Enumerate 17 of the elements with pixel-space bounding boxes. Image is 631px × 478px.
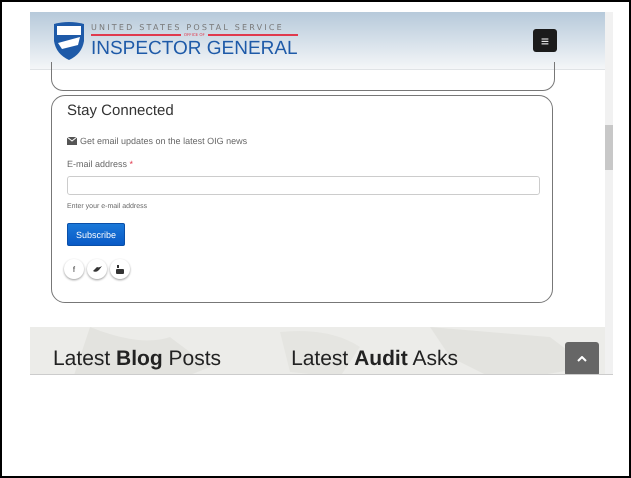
envelope-icon [67, 137, 77, 145]
section-heading: Latest Audit Asks [291, 347, 458, 370]
email-input-field[interactable] [67, 176, 540, 195]
field-label: E-mail address [67, 159, 128, 169]
scroll-to-top-button[interactable] [565, 342, 599, 374]
section-heading: Latest Blog Posts [53, 347, 222, 370]
logo-subtitle: UNITED STATES POSTAL SERVICE [91, 24, 285, 32]
shield-logo-icon [52, 20, 86, 60]
facebook-button[interactable]: f [64, 259, 84, 279]
subscribe-button[interactable]: Subscribe [67, 223, 126, 246]
section-title: Stay Connected [67, 102, 175, 119]
intro-text: Get email updates on the latest OIG news [80, 136, 248, 146]
menu-button[interactable]: ≡ [533, 29, 557, 52]
chevron-up-icon [577, 356, 587, 362]
scrollbar[interactable] [605, 12, 613, 374]
logo-title: INSPECTOR GENERAL [91, 38, 298, 58]
required-mark: * [130, 159, 134, 169]
